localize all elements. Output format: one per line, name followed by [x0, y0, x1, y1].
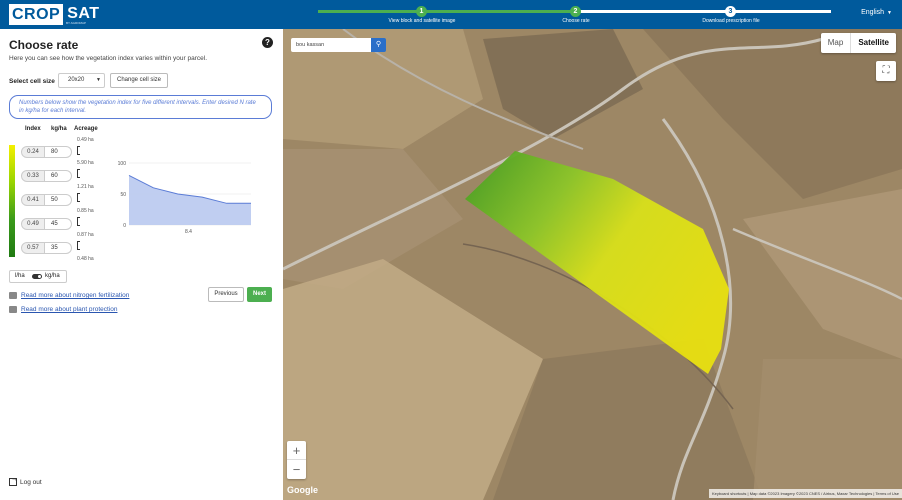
acreage-value: 5.90 ha [77, 160, 94, 166]
rate-input[interactable]: 50 [45, 194, 72, 206]
progress-steps: 1 View block and satellite image 2 Choos… [318, 6, 831, 26]
cropsat-logo[interactable]: CROP SAT [9, 3, 100, 25]
chevron-down-icon: ▼ [96, 77, 101, 83]
cell-size-select[interactable]: 20x20 ▼ [58, 73, 105, 88]
zoom-control: + − [287, 441, 306, 479]
logout-link[interactable]: Log out [9, 476, 42, 486]
index-gradient-bar [9, 145, 15, 257]
help-icon[interactable]: ? [262, 37, 273, 48]
acreage-tick [77, 193, 80, 202]
y-tick-label: 50 [120, 192, 126, 198]
step-2-label: Choose rate [562, 18, 590, 24]
left-panel: Choose rate ? Here you can see how the v… [0, 29, 283, 500]
step-line-pending [576, 10, 831, 13]
logo-subtitle: BY AGROMAP [66, 21, 86, 25]
x-tick-label: 8.4 [185, 229, 192, 235]
step-line-done [318, 10, 576, 13]
logout-text: Log out [20, 478, 42, 486]
rate-header: kg/ha [51, 126, 67, 132]
step-3-dot[interactable]: 3 [725, 6, 736, 17]
acreage-tick [77, 241, 80, 250]
rate-input[interactable]: 45 [45, 218, 72, 230]
step-2-dot[interactable]: 2 [570, 6, 581, 17]
acreage-value: 0.85 ha [77, 208, 94, 214]
rate-input[interactable]: 60 [45, 170, 72, 182]
step-3-label: Download prescription file [702, 18, 760, 24]
nitrogen-link[interactable]: Read more about nitrogen fertilization [9, 292, 129, 299]
google-logo: Google [287, 485, 318, 495]
fullscreen-icon[interactable]: ⛶ [876, 61, 896, 81]
rate-chart: 100 50 0 8.4 [118, 161, 251, 235]
cell-size-value: 20x20 [68, 77, 85, 83]
index-header: Index [25, 126, 41, 132]
unit-toggle-switch[interactable] [32, 274, 42, 279]
index-value: 0.33 [21, 170, 45, 182]
satellite-map[interactable]: bou kassan ⚲ Map Satellite ⛶ + − Google … [283, 29, 902, 500]
unit-liters-label: l/ha [15, 273, 25, 279]
search-icon[interactable]: ⚲ [371, 38, 386, 52]
nitrogen-link-text: Read more about nitrogen fertilization [21, 292, 130, 299]
index-value: 0.57 [21, 242, 45, 254]
plant-protection-link[interactable]: Read more about plant protection [9, 306, 117, 313]
acreage-value: 1.21 ha [77, 184, 94, 190]
map-attribution[interactable]: Keyboard shortcuts | Map data ©2023 Imag… [708, 489, 902, 498]
unit-toggle[interactable]: l/ha kg/ha [9, 270, 67, 283]
index-value: 0.41 [21, 194, 45, 206]
rate-area [129, 175, 251, 225]
acreage-value: 0.87 ha [77, 232, 94, 238]
zoom-out-button[interactable]: − [287, 460, 306, 479]
index-value: 0.49 [21, 218, 45, 230]
plant-protection-link-text: Read more about plant protection [21, 306, 118, 313]
map-search-input[interactable]: bou kassan [291, 38, 371, 52]
map-terrain [283, 29, 902, 500]
map-type-map[interactable]: Map [821, 33, 852, 53]
map-type-control: Map Satellite [820, 33, 896, 53]
map-type-satellite[interactable]: Satellite [851, 33, 896, 53]
acreage-header: Acreage [74, 126, 98, 132]
acreage-top: 0.49 ha [77, 137, 94, 143]
info-box: Numbers below show the vegetation index … [9, 95, 272, 119]
cell-size-label: Select cell size [9, 78, 55, 85]
acreage-tick [77, 146, 80, 155]
rate-input[interactable]: 35 [45, 242, 72, 254]
logout-icon [9, 476, 18, 486]
logo-crop-text: CROP [9, 3, 64, 25]
acreage-tick [77, 169, 80, 178]
index-value: 0.24 [21, 146, 45, 158]
y-tick-label: 0 [123, 223, 126, 229]
book-icon [9, 292, 17, 299]
rate-input[interactable]: 80 [45, 146, 72, 158]
next-button[interactable]: Next [247, 287, 272, 302]
book-icon [9, 306, 17, 313]
language-selector[interactable]: English ▼ [861, 9, 892, 16]
acreage-tick [77, 217, 80, 226]
y-tick-label: 100 [118, 161, 127, 167]
change-cell-size-button[interactable]: Change cell size [110, 73, 168, 88]
previous-button[interactable]: Previous [208, 287, 244, 302]
page-title: Choose rate [9, 38, 79, 52]
chevron-down-icon: ▼ [887, 10, 892, 16]
unit-kg-label: kg/ha [45, 273, 60, 279]
acreage-value: 0.48 ha [77, 256, 94, 262]
zoom-in-button[interactable]: + [287, 441, 306, 460]
language-label: English [861, 9, 885, 16]
page-subtitle: Here you can see how the vegetation inde… [9, 55, 207, 62]
step-1-dot[interactable]: 1 [416, 6, 427, 17]
top-bar: CROP SAT BY AGROMAP 1 View block and sat… [0, 0, 902, 29]
step-1-label: View block and satellite image [388, 18, 456, 24]
